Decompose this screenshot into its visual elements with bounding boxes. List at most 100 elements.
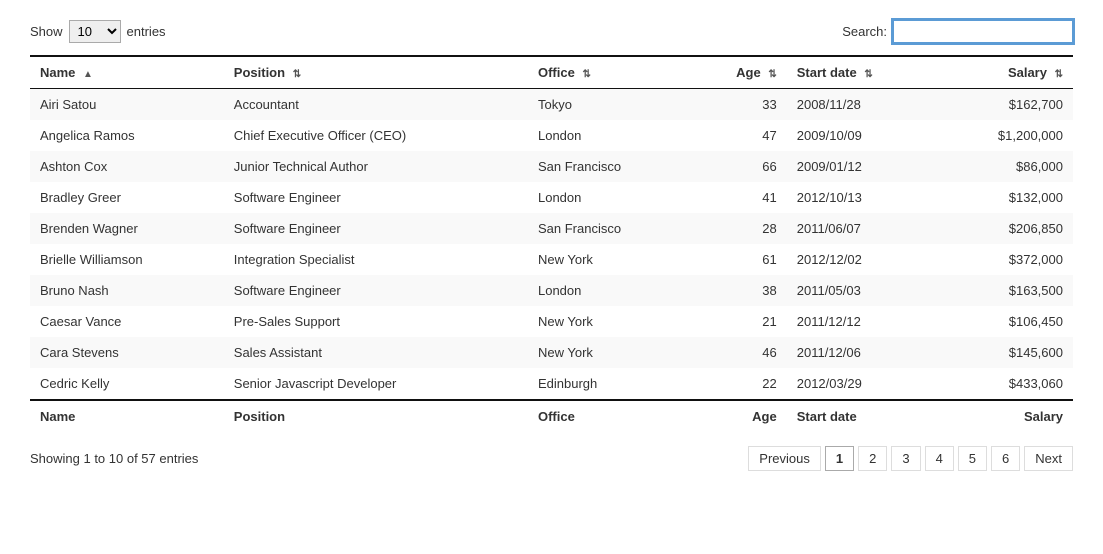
cell-age: 33 (691, 89, 787, 121)
cell-position: Software Engineer (224, 275, 528, 306)
footer-row: Name Position Office Age Start date Sala… (30, 400, 1073, 432)
col-header-salary[interactable]: Salary ⇅ (938, 56, 1073, 89)
cell-position: Accountant (224, 89, 528, 121)
cell-position: Integration Specialist (224, 244, 528, 275)
cell-salary: $162,700 (938, 89, 1073, 121)
cell-startdate: 2012/12/02 (787, 244, 939, 275)
pagination: Previous 1 2 3 4 5 6 Next (748, 446, 1073, 471)
footer-col-office: Office (528, 400, 691, 432)
previous-button[interactable]: Previous (748, 446, 821, 471)
search-input[interactable] (893, 20, 1073, 43)
footer-col-age: Age (691, 400, 787, 432)
entries-label: entries (127, 24, 166, 39)
cell-name: Cara Stevens (30, 337, 224, 368)
bottom-controls: Showing 1 to 10 of 57 entries Previous 1… (30, 446, 1073, 471)
cell-name: Caesar Vance (30, 306, 224, 337)
cell-startdate: 2011/05/03 (787, 275, 939, 306)
cell-name: Airi Satou (30, 89, 224, 121)
showing-info: Showing 1 to 10 of 57 entries (30, 451, 198, 466)
cell-name: Brenden Wagner (30, 213, 224, 244)
cell-name: Bradley Greer (30, 182, 224, 213)
footer-col-name: Name (30, 400, 224, 432)
col-header-age[interactable]: Age ⇅ (691, 56, 787, 89)
search-control: Search: (842, 20, 1073, 43)
cell-salary: $163,500 (938, 275, 1073, 306)
footer-col-startdate: Start date (787, 400, 939, 432)
search-label: Search: (842, 24, 887, 39)
cell-position: Chief Executive Officer (CEO) (224, 120, 528, 151)
cell-position: Junior Technical Author (224, 151, 528, 182)
cell-age: 38 (691, 275, 787, 306)
cell-salary: $106,450 (938, 306, 1073, 337)
col-header-name[interactable]: Name ▲ (30, 56, 224, 89)
cell-age: 22 (691, 368, 787, 400)
cell-name: Angelica Ramos (30, 120, 224, 151)
sort-icon-office: ⇅ (582, 69, 590, 80)
cell-office: London (528, 120, 691, 151)
cell-age: 28 (691, 213, 787, 244)
cell-name: Brielle Williamson (30, 244, 224, 275)
table-row: Cedric Kelly Senior Javascript Developer… (30, 368, 1073, 400)
cell-name: Ashton Cox (30, 151, 224, 182)
cell-office: Tokyo (528, 89, 691, 121)
table-body: Airi Satou Accountant Tokyo 33 2008/11/2… (30, 89, 1073, 401)
page-button-5[interactable]: 5 (958, 446, 987, 471)
table-row: Airi Satou Accountant Tokyo 33 2008/11/2… (30, 89, 1073, 121)
cell-office: New York (528, 244, 691, 275)
show-label: Show (30, 24, 63, 39)
cell-salary: $86,000 (938, 151, 1073, 182)
cell-office: San Francisco (528, 151, 691, 182)
cell-name: Bruno Nash (30, 275, 224, 306)
next-button[interactable]: Next (1024, 446, 1073, 471)
table-row: Brielle Williamson Integration Specialis… (30, 244, 1073, 275)
cell-salary: $1,200,000 (938, 120, 1073, 151)
cell-office: New York (528, 306, 691, 337)
table-row: Bradley Greer Software Engineer London 4… (30, 182, 1073, 213)
cell-age: 47 (691, 120, 787, 151)
cell-office: San Francisco (528, 213, 691, 244)
cell-office: New York (528, 337, 691, 368)
table-row: Bruno Nash Software Engineer London 38 2… (30, 275, 1073, 306)
table-header: Name ▲ Position ⇅ Office ⇅ Age ⇅ Start d… (30, 56, 1073, 89)
cell-position: Software Engineer (224, 182, 528, 213)
cell-age: 46 (691, 337, 787, 368)
table-row: Caesar Vance Pre-Sales Support New York … (30, 306, 1073, 337)
cell-age: 41 (691, 182, 787, 213)
cell-startdate: 2012/03/29 (787, 368, 939, 400)
sort-icon-position: ⇅ (293, 69, 301, 80)
cell-office: Edinburgh (528, 368, 691, 400)
col-header-position[interactable]: Position ⇅ (224, 56, 528, 89)
cell-startdate: 2011/06/07 (787, 213, 939, 244)
page-button-1[interactable]: 1 (825, 446, 854, 471)
top-controls: Show 10 25 50 100 entries Search: (30, 20, 1073, 43)
cell-salary: $206,850 (938, 213, 1073, 244)
cell-startdate: 2009/10/09 (787, 120, 939, 151)
cell-startdate: 2011/12/06 (787, 337, 939, 368)
cell-salary: $433,060 (938, 368, 1073, 400)
cell-position: Sales Assistant (224, 337, 528, 368)
cell-age: 61 (691, 244, 787, 275)
cell-startdate: 2012/10/13 (787, 182, 939, 213)
cell-office: London (528, 182, 691, 213)
col-header-office[interactable]: Office ⇅ (528, 56, 691, 89)
sort-icon-name: ▲ (83, 69, 93, 80)
cell-salary: $372,000 (938, 244, 1073, 275)
cell-position: Software Engineer (224, 213, 528, 244)
footer-col-salary: Salary (938, 400, 1073, 432)
cell-age: 21 (691, 306, 787, 337)
page-button-3[interactable]: 3 (891, 446, 920, 471)
show-entries: Show 10 25 50 100 entries (30, 20, 166, 43)
cell-position: Senior Javascript Developer (224, 368, 528, 400)
table-row: Brenden Wagner Software Engineer San Fra… (30, 213, 1073, 244)
data-table: Name ▲ Position ⇅ Office ⇅ Age ⇅ Start d… (30, 55, 1073, 432)
col-header-startdate[interactable]: Start date ⇅ (787, 56, 939, 89)
page-button-2[interactable]: 2 (858, 446, 887, 471)
footer-col-position: Position (224, 400, 528, 432)
entries-select[interactable]: 10 25 50 100 (69, 20, 121, 43)
cell-startdate: 2008/11/28 (787, 89, 939, 121)
page-button-6[interactable]: 6 (991, 446, 1020, 471)
cell-salary: $132,000 (938, 182, 1073, 213)
page-button-4[interactable]: 4 (925, 446, 954, 471)
cell-name: Cedric Kelly (30, 368, 224, 400)
cell-office: London (528, 275, 691, 306)
